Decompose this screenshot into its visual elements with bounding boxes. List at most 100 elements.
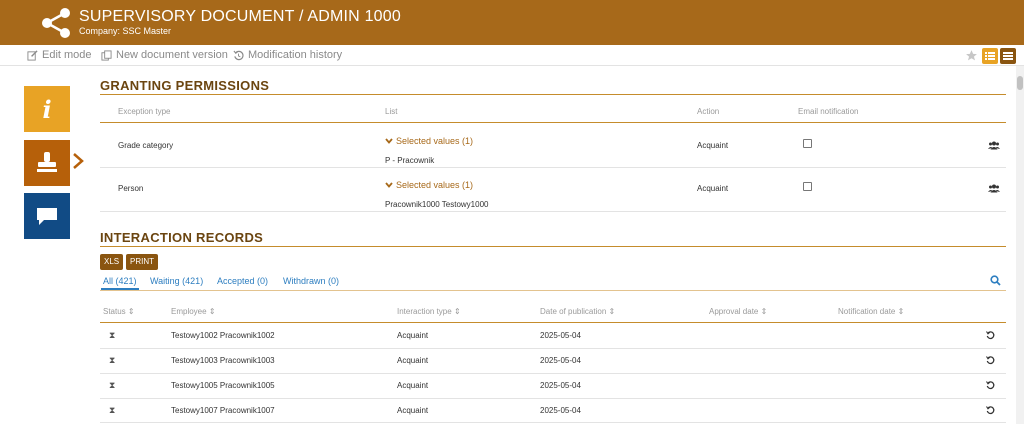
employee-cell: Testowy1007 Pracownik1007 [171,406,275,415]
publication-date-cell: 2025-05-04 [540,406,581,415]
chevron-down-icon [385,182,393,188]
col-notification-date[interactable]: Notification date ⇕ [838,307,904,316]
tab-accepted[interactable]: Accepted (0) [217,276,268,286]
scrollbar-thumb[interactable] [1017,76,1023,90]
row-divider [100,348,1006,349]
tab-all[interactable]: All (421) [103,276,137,286]
hourglass-icon: ⧗ [109,330,116,340]
col-notification-date-label: Notification date [838,307,896,316]
permissions-header-line [100,122,1006,123]
tab-withdrawn[interactable]: Withdrawn (0) [283,276,339,286]
tabs-baseline [100,290,1006,291]
action-cell: Acquaint [697,141,729,150]
employee-cell: Testowy1002 Pracownik1002 [171,331,275,340]
search-icon[interactable] [990,275,1001,286]
sort-icon: ⇕ [208,307,216,316]
edit-mode-label: Edit mode [42,49,92,61]
sort-icon: ⇕ [760,307,768,316]
employee-cell: Testowy1003 Pracownik1003 [171,356,275,365]
col-employee[interactable]: Employee ⇕ [171,307,216,316]
row-divider [100,422,1006,423]
col-interaction-type-label: Interaction type [397,307,452,316]
email-notification-checkbox[interactable] [803,182,812,191]
permissions-section-title: GRANTING PERMISSIONS [100,78,270,93]
detail-view-button[interactable] [1000,48,1016,64]
col-employee-label: Employee [171,307,207,316]
sort-icon: ⇕ [897,307,905,316]
row-divider [100,398,1006,399]
col-approval-date-label: Approval date [709,307,759,316]
selected-values-label: Selected values (1) [396,136,474,146]
info-tab[interactable]: i [24,86,70,132]
info-icon: i [42,94,52,124]
publication-date-cell: 2025-05-04 [540,331,581,340]
col-email-notification: Email notification [798,107,859,116]
history-icon[interactable] [986,356,995,365]
sort-icon: ⇕ [453,307,461,316]
exception-type-cell: Grade category [118,141,174,150]
col-exception-type: Exception type [118,107,171,116]
modification-history-button[interactable]: Modification history [233,49,342,61]
interaction-type-cell: Acquaint [397,406,429,415]
history-icon [233,50,244,60]
share-icon [42,8,70,38]
selected-values-toggle[interactable]: Selected values (1) [385,136,473,146]
row-divider [100,373,1006,374]
users-icon[interactable] [988,141,1000,150]
selected-value-item: P - Pracownik [385,156,435,165]
new-version-label: New document version [116,49,228,61]
interaction-divider [100,246,1006,247]
records-header-line [100,322,1006,323]
history-icon[interactable] [986,381,995,390]
publication-date-cell: 2025-05-04 [540,381,581,390]
interaction-type-cell: Acquaint [397,331,429,340]
users-icon[interactable] [988,184,1000,193]
col-list: List [385,107,398,116]
list-icon [985,52,995,60]
sort-icon: ⇕ [127,307,135,316]
col-status-label: Status [103,307,126,316]
interaction-type-cell: Acquaint [397,356,429,365]
col-approval-date[interactable]: Approval date ⇕ [709,307,767,316]
sort-icon: ⇕ [608,307,616,316]
company-name: Company: SSC Master [79,26,172,36]
comments-tab[interactable] [24,193,70,239]
chat-icon [37,208,57,225]
menu-icon [1003,52,1013,60]
list-view-button[interactable] [982,48,998,64]
col-date-label: Date of publication [540,307,607,316]
toolbar: Edit mode New document version Modificat… [0,45,1024,66]
interaction-section-title: INTERACTION RECORDS [100,230,264,245]
row-divider [100,167,1006,168]
selected-values-label: Selected values (1) [396,180,474,190]
permissions-tab[interactable] [24,140,70,186]
email-notification-checkbox[interactable] [803,139,812,148]
app-header: SUPERVISORY DOCUMENT / ADMIN 1000 Compan… [0,0,1024,45]
interaction-type-cell: Acquaint [397,381,429,390]
history-icon[interactable] [986,331,995,340]
edit-icon [27,49,38,61]
print-button[interactable]: PRINT [126,254,158,270]
history-icon[interactable] [986,406,995,415]
copy-icon [101,49,112,61]
vertical-scrollbar[interactable] [1016,66,1024,424]
col-action: Action [697,107,720,116]
selected-values-toggle[interactable]: Selected values (1) [385,180,473,190]
page-title: SUPERVISORY DOCUMENT / ADMIN 1000 [79,8,401,25]
history-label: Modification history [248,49,343,61]
xls-export-button[interactable]: XLS [100,254,124,270]
action-cell: Acquaint [697,184,729,193]
chevron-down-icon [385,138,393,144]
favorite-star-icon[interactable] [965,49,978,62]
col-interaction-type[interactable]: Interaction type ⇕ [397,307,461,316]
selected-value-item: Pracownik1000 Testowy1000 [385,200,489,209]
new-document-version-button[interactable]: New document version [101,49,228,61]
col-date-of-publication[interactable]: Date of publication ⇕ [540,307,615,316]
row-divider [100,211,1006,212]
chevron-right-icon [73,153,84,169]
hourglass-icon: ⧗ [109,355,116,365]
col-status[interactable]: Status ⇕ [103,307,135,316]
edit-mode-button[interactable]: Edit mode [27,49,92,61]
tab-waiting[interactable]: Waiting (421) [150,276,203,286]
permissions-divider [100,94,1006,95]
